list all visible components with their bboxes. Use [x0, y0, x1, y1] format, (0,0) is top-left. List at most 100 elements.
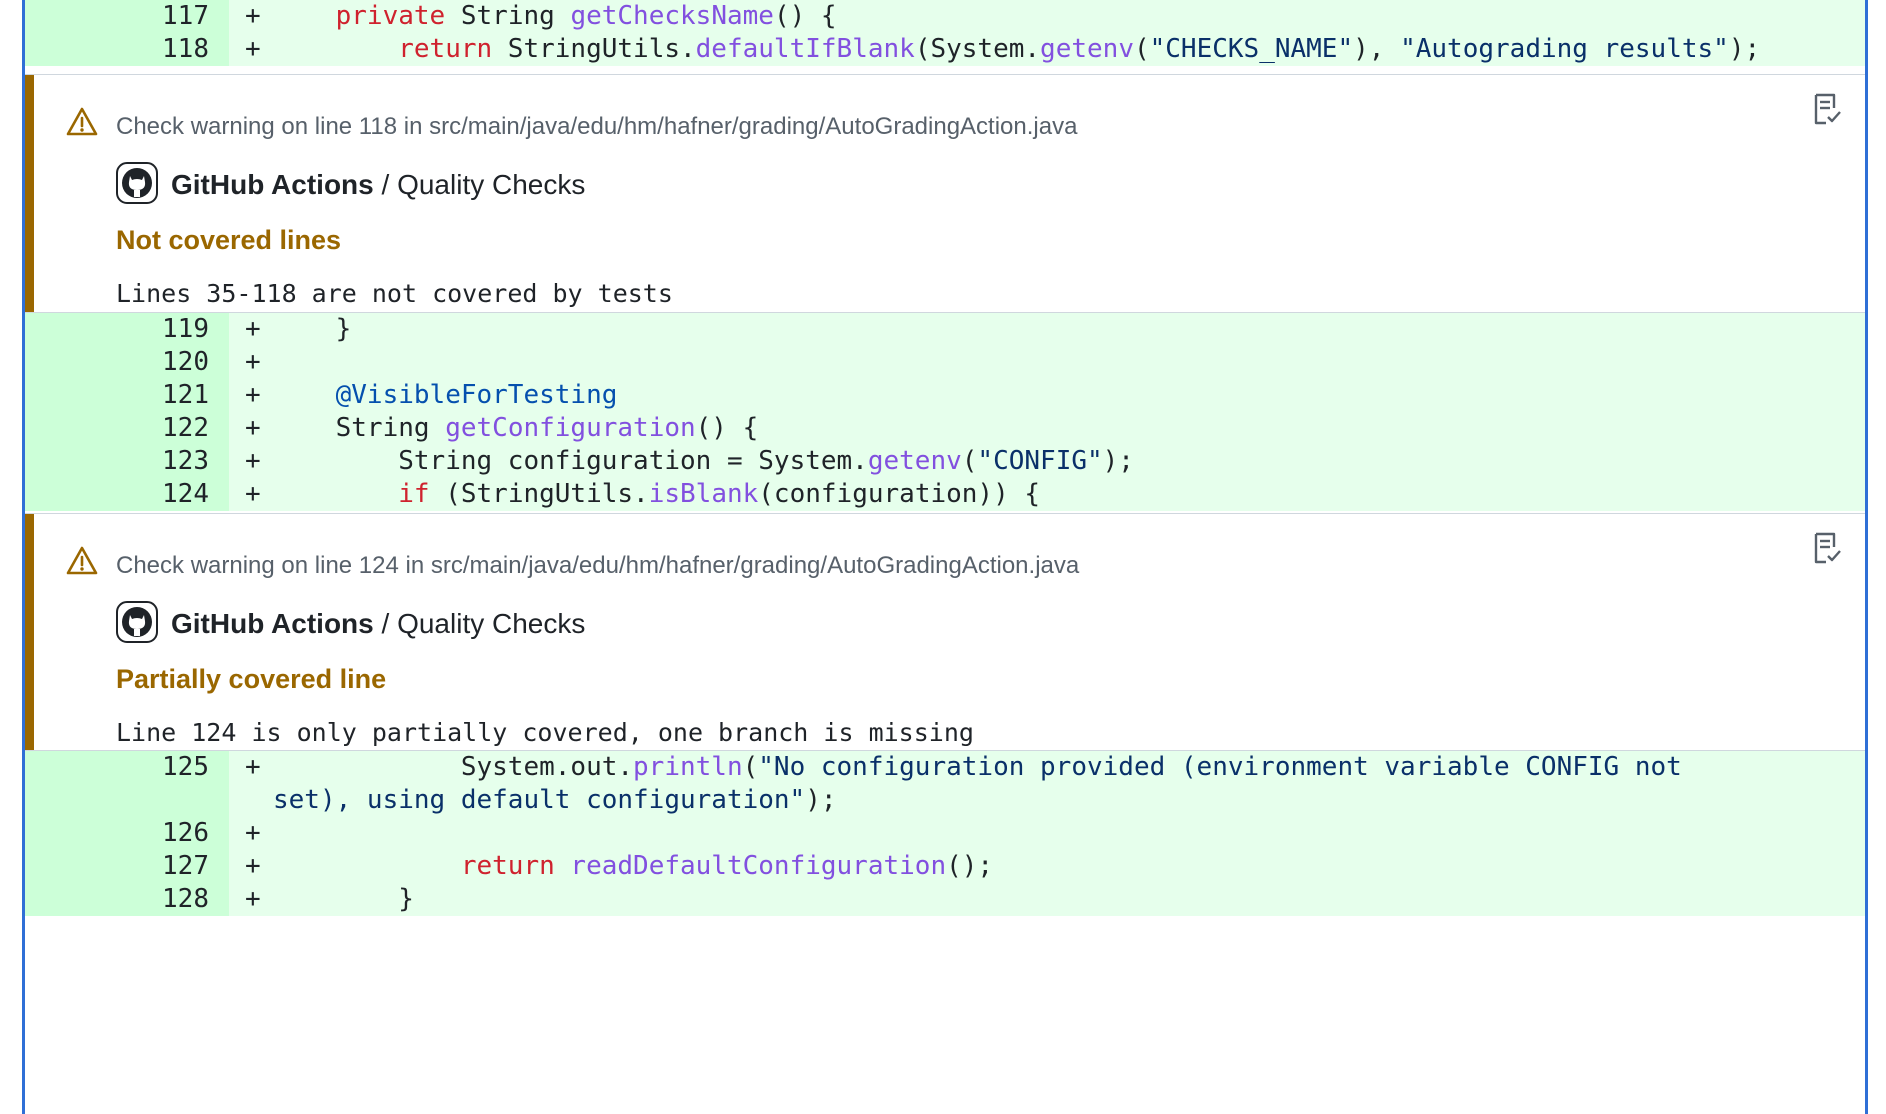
- added-marker: +: [245, 413, 261, 443]
- code-token: (StringUtils.: [429, 479, 649, 509]
- line-number-cell[interactable]: 128: [25, 883, 229, 916]
- code-line: }: [273, 883, 1775, 916]
- added-marker: +: [245, 851, 261, 881]
- annotation-title: Not covered lines: [116, 225, 342, 255]
- code-line: String configuration = System.getenv("CO…: [273, 445, 1775, 478]
- line-number-cell[interactable]: 118: [25, 33, 229, 66]
- line-number-cell[interactable]: 120: [25, 346, 229, 379]
- code-token: @VisibleForTesting: [335, 380, 618, 410]
- diff-line: 117 + private String getChecksName() {: [25, 0, 1865, 33]
- code-token: (: [742, 752, 759, 782]
- code-line: System.out.println("No configuration pro…: [273, 751, 1775, 817]
- diff-line: 125 + System.out.println("No configuratio…: [25, 751, 1865, 817]
- source-separator: /: [373, 608, 398, 639]
- github-logo-icon: [116, 601, 158, 643]
- code-token: ();: [946, 851, 994, 881]
- code-token: String configuration = System.: [273, 446, 868, 476]
- check-name: Quality Checks: [397, 169, 586, 200]
- code-token: () {: [773, 1, 837, 31]
- line-number-cell[interactable]: 126: [25, 817, 229, 850]
- diff-line: 120 +: [25, 346, 1865, 379]
- check-annotation: Check warning on line 124 in src/main/ja…: [25, 514, 1865, 750]
- check-name: Quality Checks: [397, 608, 586, 639]
- line-number: 127: [162, 851, 209, 881]
- code-token: "Autograding results": [1400, 34, 1729, 64]
- code-line: if (StringUtils.isBlank(configuration)) …: [273, 478, 1775, 511]
- copy-annotation-icon[interactable]: [1807, 91, 1843, 127]
- line-number: 122: [162, 413, 209, 443]
- code-token: readDefaultConfiguration: [570, 851, 947, 881]
- code-token: ),: [1353, 34, 1401, 64]
- code-token: );: [1728, 34, 1761, 64]
- code-token: (System.: [914, 34, 1041, 64]
- code-token: getenv: [867, 446, 962, 476]
- diff-line: 123 + String configuration = System.geten…: [25, 445, 1865, 478]
- added-marker: +: [245, 479, 261, 509]
- code-token: getenv: [1040, 34, 1134, 64]
- code-token: }: [273, 314, 352, 344]
- added-marker: +: [245, 884, 261, 914]
- line-number: 125: [162, 752, 209, 782]
- annotation-header: Check warning on line 124 in src/main/ja…: [116, 552, 1080, 579]
- code-token: return: [398, 34, 493, 64]
- alert-icon: [66, 107, 98, 136]
- added-marker: +: [245, 314, 261, 344]
- line-number-cell[interactable]: 123: [25, 445, 229, 478]
- github-logo-icon: [116, 162, 158, 204]
- app-name[interactable]: GitHub Actions: [171, 169, 374, 200]
- code-line: @VisibleForTesting: [273, 379, 1775, 412]
- code-token: () {: [695, 413, 759, 443]
- app-name[interactable]: GitHub Actions: [171, 608, 374, 639]
- added-marker: +: [245, 380, 261, 410]
- line-number: 126: [162, 818, 209, 848]
- source-separator: /: [373, 169, 398, 200]
- line-number-cell[interactable]: 125: [25, 751, 229, 817]
- line-number: 119: [162, 314, 209, 344]
- code-token: getConfiguration: [445, 413, 696, 443]
- line-number: 123: [162, 446, 209, 476]
- copy-annotation-icon[interactable]: [1807, 530, 1843, 566]
- diff-line: 118 + return StringUtils.defaultIfBlank(S…: [25, 33, 1865, 66]
- line-number-cell[interactable]: 119: [25, 313, 229, 346]
- code-line: return StringUtils.defaultIfBlank(System…: [273, 33, 1775, 66]
- annotation-message: Lines 35-118 are not covered by tests: [116, 279, 673, 308]
- diff-line: 121 + @VisibleForTesting: [25, 379, 1865, 412]
- diff-line: 124 + if (StringUtils.isBlank(configurati…: [25, 478, 1865, 511]
- line-number-cell[interactable]: 124: [25, 478, 229, 511]
- line-number: 128: [162, 884, 209, 914]
- code-token: "CONFIG": [977, 446, 1103, 476]
- code-token: String: [273, 413, 446, 443]
- code-token: "CHECKS_NAME": [1149, 34, 1354, 64]
- check-annotation: Check warning on line 118 in src/main/ja…: [25, 75, 1865, 312]
- code-token: }: [273, 884, 414, 914]
- annotation-header: Check warning on line 118 in src/main/ja…: [116, 113, 1078, 140]
- code-line: String getConfiguration() {: [273, 412, 1775, 445]
- annotation-source: GitHub Actions / Quality Checks: [171, 169, 585, 201]
- code-token: (configuration)) {: [758, 479, 1041, 509]
- line-number-cell[interactable]: 117: [25, 0, 229, 33]
- line-number: 117: [162, 1, 209, 31]
- code-token: );: [805, 785, 837, 815]
- line-number: 120: [162, 347, 209, 377]
- code-token: StringUtils.: [492, 34, 696, 64]
- code-token: getChecksName: [570, 1, 774, 31]
- diff-view: Check warning on line 118 in src/main/ja…: [22, 0, 1868, 1114]
- line-number: 121: [162, 380, 209, 410]
- annotation-source: GitHub Actions / Quality Checks: [171, 608, 585, 640]
- line-number-cell[interactable]: 127: [25, 850, 229, 883]
- line-number-cell[interactable]: 121: [25, 379, 229, 412]
- added-marker: +: [245, 752, 261, 782]
- added-marker: +: [245, 818, 261, 848]
- line-number: 124: [162, 479, 209, 509]
- line-number: 118: [162, 34, 209, 64]
- diff-line: 122 + String getConfiguration() {: [25, 412, 1865, 445]
- added-marker: +: [245, 34, 261, 64]
- code-token: isBlank: [648, 479, 759, 509]
- code-line: }: [273, 313, 1775, 346]
- code-token: return: [460, 851, 555, 881]
- line-number-cell[interactable]: 122: [25, 412, 229, 445]
